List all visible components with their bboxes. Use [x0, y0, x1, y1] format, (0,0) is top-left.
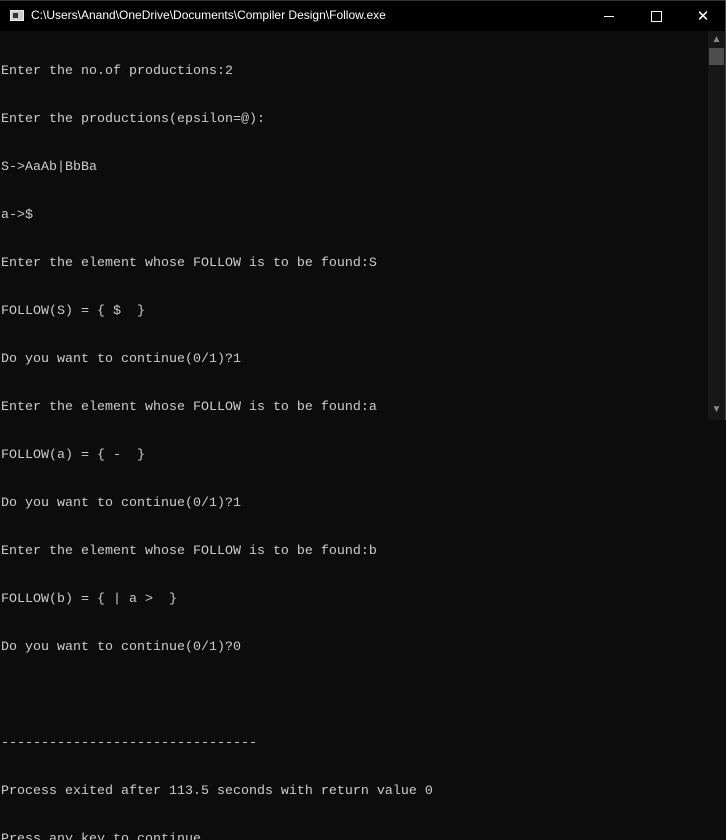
title-bar[interactable]: C:\Users\Anand\OneDrive\Documents\Compil…: [0, 0, 726, 31]
close-icon: ✕: [696, 7, 710, 25]
minimize-icon: [604, 15, 614, 17]
console-line: Process exited after 113.5 seconds with …: [1, 784, 433, 799]
window-title: C:\Users\Anand\OneDrive\Documents\Compil…: [31, 8, 386, 22]
console-app-icon: [10, 10, 24, 21]
console-line: S->AaAb|BbBa: [1, 160, 97, 175]
console-line: Enter the productions(epsilon=@):: [1, 112, 265, 127]
close-button[interactable]: ✕: [680, 1, 726, 31]
console-line: --------------------------------: [1, 736, 257, 751]
console-line: FOLLOW(S) = { $ }: [1, 304, 145, 319]
console-line: a->$: [1, 208, 33, 223]
scroll-up-icon[interactable]: ▲: [708, 31, 725, 48]
console-line: FOLLOW(b) = { | a > }: [1, 592, 177, 607]
scrollbar-thumb[interactable]: [709, 48, 724, 65]
console-line: Do you want to continue(0/1)?0: [1, 640, 241, 655]
console-line: Enter the element whose FOLLOW is to be …: [1, 400, 377, 415]
console-output[interactable]: Enter the no.of productions:2 Enter the …: [1, 32, 707, 840]
console-line: Enter the element whose FOLLOW is to be …: [1, 256, 377, 271]
console-line: FOLLOW(a) = { - }: [1, 448, 145, 463]
console-line: Enter the no.of productions:2: [1, 64, 233, 79]
maximize-icon: [650, 10, 662, 22]
minimize-button[interactable]: [586, 1, 632, 31]
vertical-scrollbar[interactable]: ▲ ▼: [708, 31, 725, 420]
console-line: Do you want to continue(0/1)?1: [1, 496, 241, 511]
maximize-button[interactable]: [633, 1, 679, 31]
console-line: Do you want to continue(0/1)?1: [1, 352, 241, 367]
console-line: Press any key to continue . . .: [1, 832, 249, 840]
scroll-down-icon[interactable]: ▼: [708, 401, 725, 418]
console-line: Enter the element whose FOLLOW is to be …: [1, 544, 377, 559]
